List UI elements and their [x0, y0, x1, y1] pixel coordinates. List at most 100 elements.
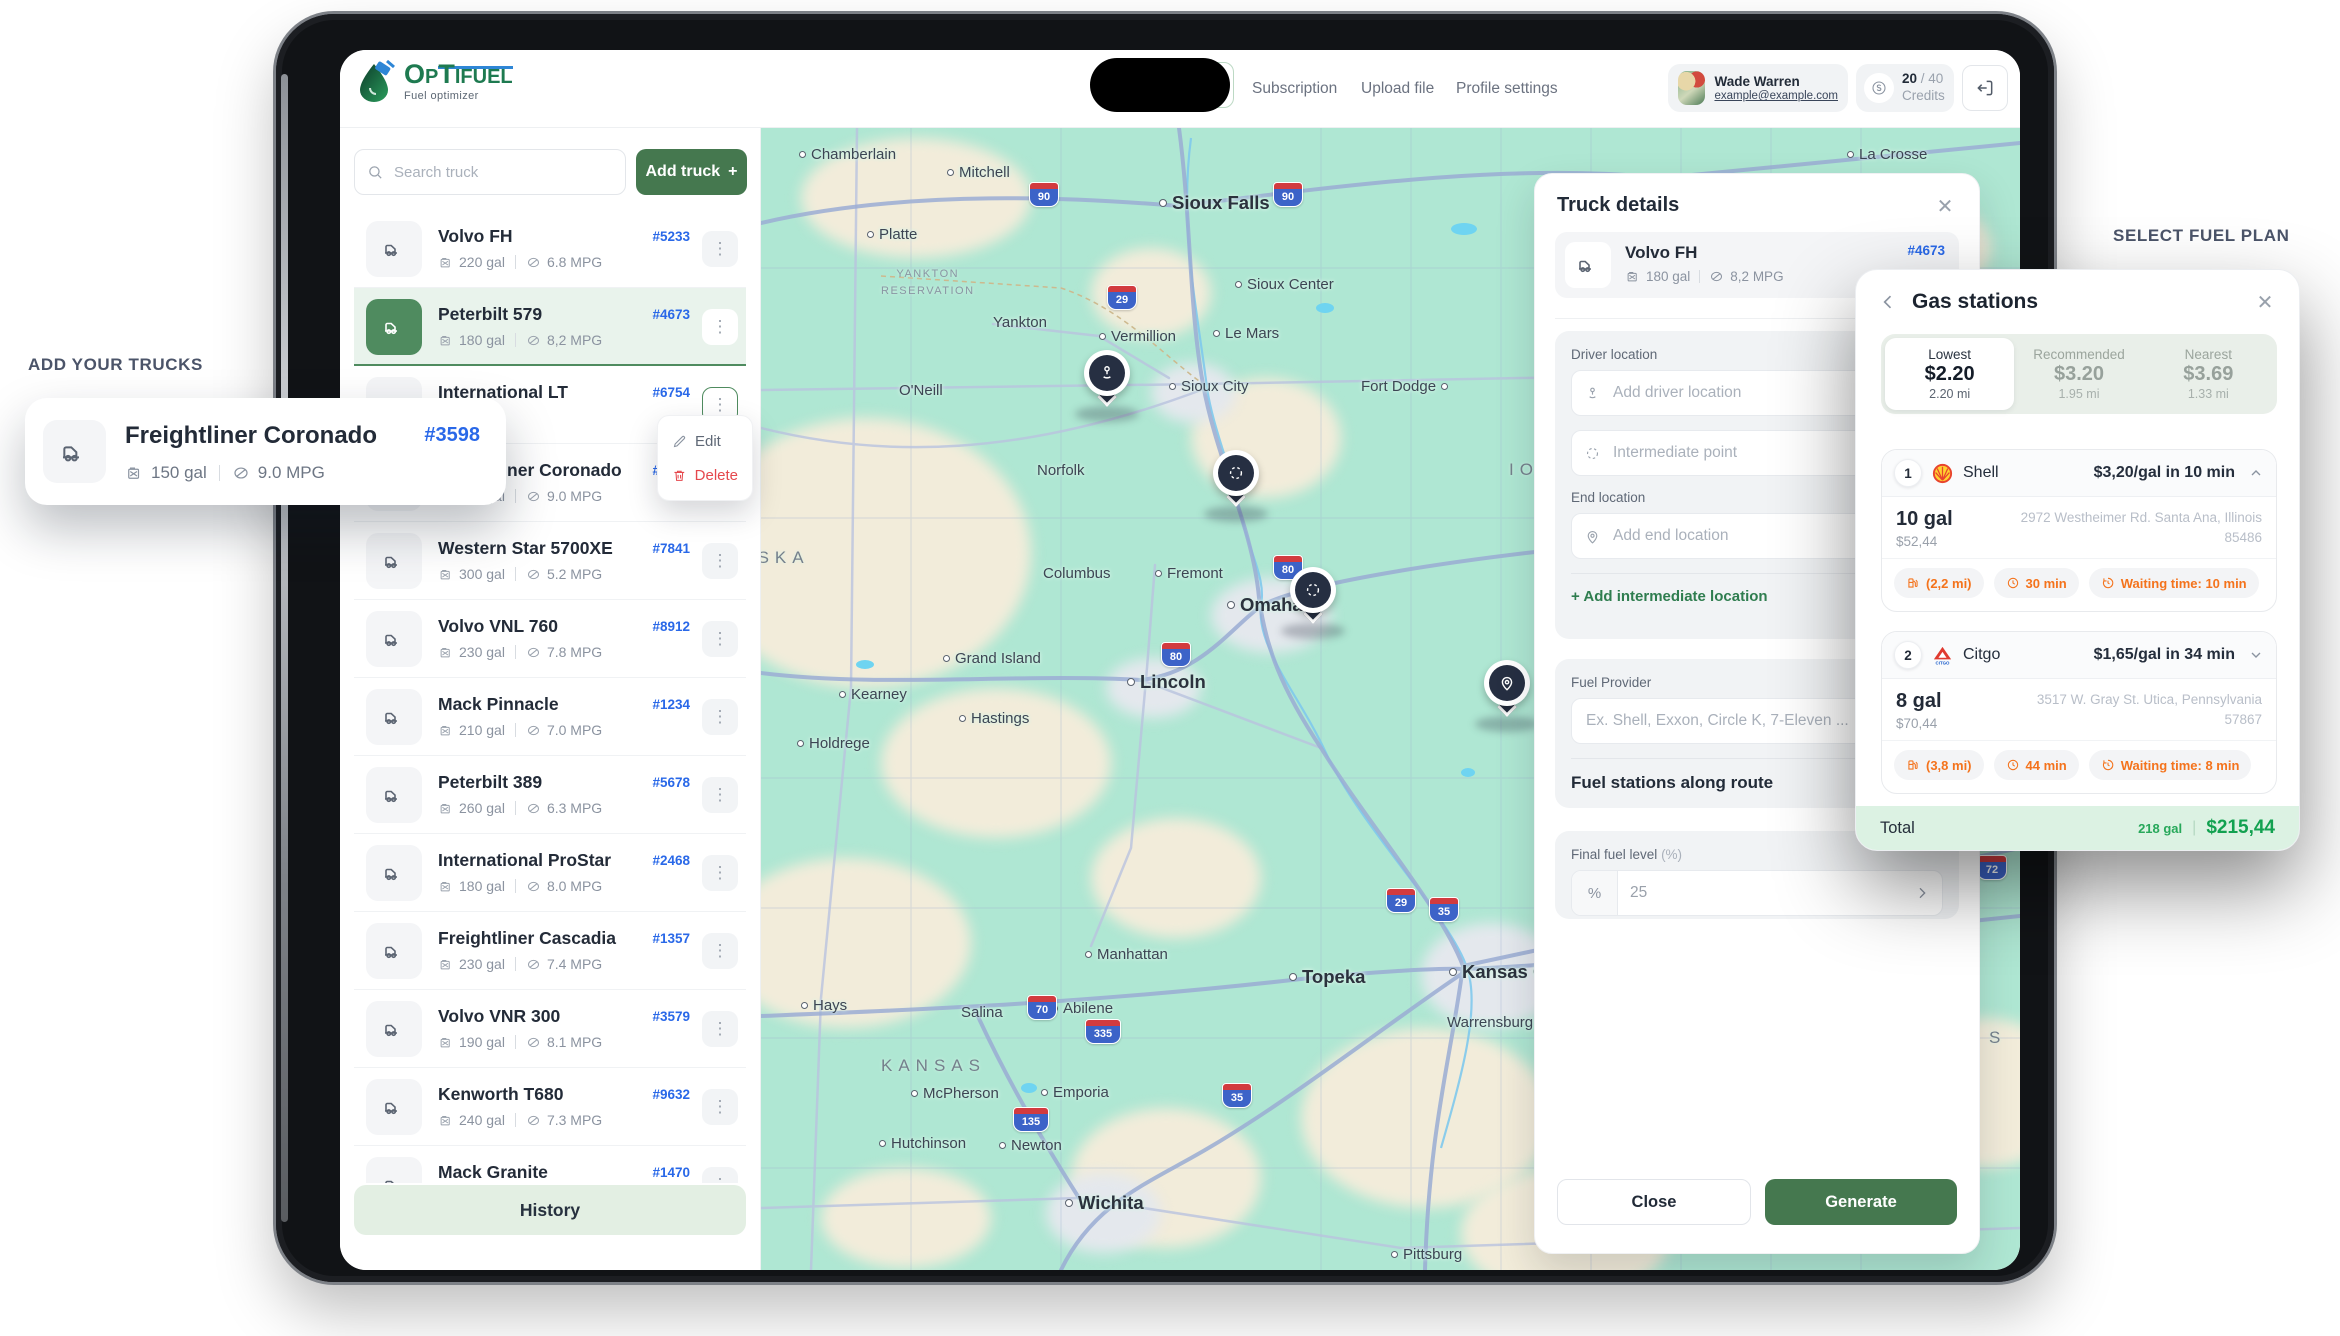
map-pin-icon [1584, 528, 1601, 545]
interstate-shield-icon: 335 [1085, 1019, 1121, 1044]
tablet-edge-highlight [281, 74, 288, 1222]
add-your-trucks-label: ADD YOUR TRUCKS [28, 355, 203, 375]
truck-menu-button[interactable]: ⋮ [702, 231, 738, 267]
truck-list-item[interactable]: Kenworth T680240 gal7.3 MPG#9632⋮ [354, 1068, 746, 1146]
truck-list-item[interactable]: Western Star 5700XE300 gal5.2 MPG#7841⋮ [354, 522, 746, 600]
city-dot [1227, 601, 1235, 609]
truck-name: Volvo VNL 760 [438, 616, 558, 637]
close-icon[interactable]: ✕ [2251, 288, 2279, 316]
add-truck-button[interactable]: Add truck+ [636, 149, 747, 195]
truck-menu-button[interactable]: ⋮ [702, 1167, 738, 1183]
pin-shadow [1281, 623, 1345, 639]
truck-menu-button[interactable]: ⋮ [702, 933, 738, 969]
truck-menu-button[interactable]: ⋮ [702, 699, 738, 735]
station-gallons: 8 gal [1896, 690, 1942, 713]
history-button[interactable]: History [354, 1185, 746, 1235]
city-dot [1085, 951, 1092, 958]
truck-menu-button[interactable]: ⋮ [702, 309, 738, 345]
station-tag: (3,8 mi) [1894, 750, 1984, 780]
city-dot [797, 740, 804, 747]
truck-list-item[interactable]: Volvo FH220 gal6.8 MPG#5233⋮ [354, 210, 746, 288]
price-tabs: Lowest$2.202.20 miRecommended$3.201.95 m… [1881, 334, 2277, 414]
close-icon[interactable]: ✕ [1931, 192, 1959, 220]
chevron-down-icon[interactable] [2248, 647, 2264, 663]
truck-id: #1470 [652, 1165, 690, 1180]
map-city-label: Kearney [839, 686, 907, 703]
truck-menu-button[interactable]: ⋮ [702, 543, 738, 579]
truck-search[interactable] [354, 149, 626, 195]
final-fuel-field[interactable]: % [1571, 870, 1943, 916]
nav-link-subscription[interactable]: Subscription [1252, 50, 1337, 128]
delete-menu-item[interactable]: Delete [666, 458, 744, 492]
map-city-label: Warrensburg [1447, 1014, 1545, 1031]
truck-specs: 180 gal8,2 MPG [438, 332, 602, 348]
truck-specs: 230 gal7.8 MPG [438, 644, 602, 660]
price-tab-recommended[interactable]: Recommended$3.201.95 mi [2014, 338, 2143, 410]
station-header[interactable]: 2CITGOCitgo$1,65/gal in 34 min [1882, 632, 2276, 679]
city-dot [879, 1140, 886, 1147]
truck-list: Volvo FH220 gal6.8 MPG#5233⋮Peterbilt 57… [354, 210, 746, 1183]
total-label: Total [1880, 819, 2138, 838]
truck-menu-button[interactable]: ⋮ [702, 1011, 738, 1047]
map-water [1451, 223, 1477, 235]
truck-specs: 260 gal6.3 MPG [438, 800, 602, 816]
user-chip[interactable]: Wade Warren example@example.com [1668, 64, 1848, 112]
logout-button[interactable] [1962, 65, 2008, 111]
truck-name: Mack Pinnacle [438, 694, 559, 715]
station-tag: Waiting time: 8 min [2089, 750, 2252, 780]
truck-menu-button[interactable]: ⋮ [702, 1089, 738, 1125]
search-input[interactable] [392, 163, 613, 182]
city-dot [1169, 383, 1176, 390]
user-name: Wade Warren [1714, 74, 1838, 90]
credits-chip[interactable]: 20 / 40Credits [1856, 64, 1954, 112]
truck-menu-button[interactable]: ⋮ [702, 777, 738, 813]
nav-link-upload-file[interactable]: Upload file [1361, 50, 1434, 128]
truck-list-item[interactable]: Mack Granite#1470⋮ [354, 1146, 746, 1183]
chevron-right-icon[interactable] [1914, 885, 1942, 901]
truck-menu-button[interactable]: ⋮ [702, 621, 738, 657]
user-email[interactable]: example@example.com [1714, 90, 1838, 102]
truck-id: #4673 [652, 307, 690, 322]
pin-shadow [1475, 716, 1539, 732]
map-water [1316, 303, 1334, 313]
truck-list-item[interactable]: Volvo VNR 300190 gal8.1 MPG#3579⋮ [354, 990, 746, 1068]
map-state-label: S [1989, 1028, 2006, 1048]
truck-list-item[interactable]: Peterbilt 579 180 gal8,2 MPG #4673 ⋮ [354, 288, 746, 366]
city-dot [1847, 151, 1854, 158]
final-fuel-input[interactable] [1618, 884, 1914, 902]
truck-name: Western Star 5700XE [438, 538, 613, 559]
generate-button[interactable]: Generate [1765, 1179, 1957, 1225]
map-state-label: NEBRASKA [761, 548, 810, 568]
chevron-up-icon[interactable] [2248, 465, 2264, 481]
close-button[interactable]: Close [1557, 1179, 1751, 1225]
truck-list-item[interactable]: International ProStar180 gal8.0 MPG#2468… [354, 834, 746, 912]
interstate-shield-icon: 80 [1161, 642, 1191, 667]
truck-id: #4673 [1907, 243, 1945, 258]
station-body: 10 gal$52,442972 Westheimer Rd. Santa An… [1882, 497, 2276, 558]
edit-menu-item[interactable]: Edit [666, 424, 744, 458]
station-rate: $1,65/gal in 34 min [2094, 646, 2235, 664]
price-tab-lowest[interactable]: Lowest$2.202.20 mi [1885, 338, 2014, 410]
interstate-shield-icon: 35 [1429, 897, 1459, 922]
nav-link-profile-settings[interactable]: Profile settings [1456, 50, 1558, 128]
station-header[interactable]: 1Shell$3,20/gal in 10 min [1882, 450, 2276, 497]
truck-list-item[interactable]: Peterbilt 389260 gal6.3 MPG#5678⋮ [354, 756, 746, 834]
price-tab-nearest[interactable]: Nearest$3.691.33 mi [2144, 338, 2273, 410]
truck-details-title: Truck details [1557, 194, 1679, 217]
station-tag: 44 min [1994, 750, 2079, 780]
map-city-label: Salina [961, 1004, 1003, 1021]
station-tag: (2,2 mi) [1894, 568, 1984, 598]
truck-menu-button[interactable]: ⋮ [702, 855, 738, 891]
back-chevron-icon[interactable] [1878, 292, 1898, 317]
truck-name: Peterbilt 579 [438, 304, 542, 325]
tooltip-truck-specs: 150 gal 9.0 MPG [125, 463, 325, 483]
person-pin-icon [1584, 385, 1601, 402]
truck-list-item[interactable]: Volvo VNL 760230 gal7.8 MPG#8912⋮ [354, 600, 746, 678]
map-city-label: Newton [999, 1137, 1062, 1154]
truck-list-item[interactable]: Freightliner Cascadia230 gal7.4 MPG#1357… [354, 912, 746, 990]
interstate-shield-icon: 90 [1273, 182, 1303, 207]
interstate-shield-icon: 29 [1107, 285, 1137, 310]
station-cost: $70,44 [1896, 716, 1942, 731]
truck-list-item[interactable]: Mack Pinnacle210 gal7.0 MPG#1234⋮ [354, 678, 746, 756]
map-city-label: Topeka [1289, 966, 1365, 988]
